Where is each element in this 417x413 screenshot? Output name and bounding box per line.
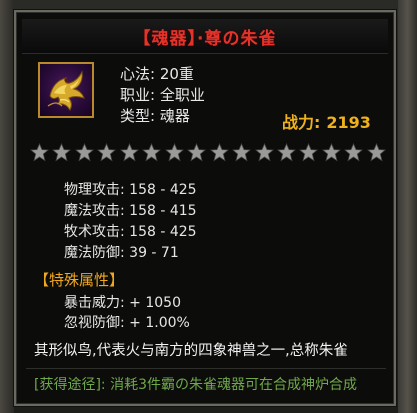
profession-requirement: 职业: 全职业 — [120, 86, 205, 104]
star-empty-icon — [97, 143, 117, 162]
star-empty-icon — [366, 143, 386, 162]
divider — [26, 368, 386, 369]
phoenix-icon — [47, 70, 85, 112]
base-stats: 物理攻击: 158 - 425 魔法攻击: 158 - 415 牧术攻击: 15… — [64, 180, 197, 264]
item-type: 类型: 魂器 — [120, 107, 190, 125]
star-rating — [30, 143, 386, 163]
acquisition-source: [获得途径]: 消耗3件霸の朱雀魂器可在合成神炉合成 — [34, 377, 357, 393]
level-requirement: 心法: 20重 — [120, 65, 194, 83]
item-description: 其形似鸟,代表火与南方的四象神兽之一,总称朱雀 — [34, 343, 348, 359]
star-empty-icon — [52, 143, 72, 162]
item-title: 【魂器】·尊の朱雀 — [133, 28, 277, 49]
star-empty-icon — [276, 143, 296, 162]
stat-healing-attack: 牧术攻击: 158 - 425 — [64, 224, 197, 240]
window-edge-left — [0, 0, 14, 413]
stat-ignore-defense: 忽视防御: + 1.00% — [64, 315, 190, 331]
special-attributes-title: 【特殊属性】 — [34, 271, 125, 289]
stat-crit-power: 暴击威力: + 1050 — [64, 295, 181, 311]
stat-magic-attack: 魔法攻击: 158 - 415 — [64, 203, 197, 219]
star-empty-icon — [232, 143, 252, 162]
special-attributes: 暴击威力: + 1050 忽视防御: + 1.00% — [64, 293, 190, 333]
combat-power-value: 2193 — [326, 113, 371, 132]
stat-magic-defense: 魔法防御: 39 - 71 — [64, 245, 179, 261]
combat-power: 战力: 2193 — [282, 109, 371, 133]
star-empty-icon — [254, 143, 274, 162]
star-empty-icon — [321, 143, 341, 162]
stat-physical-attack: 物理攻击: 158 - 425 — [64, 182, 197, 198]
star-empty-icon — [299, 143, 319, 162]
tooltip-title-bar: 【魂器】·尊の朱雀 — [22, 19, 388, 54]
star-empty-icon — [74, 143, 94, 162]
item-tooltip: 【魂器】·尊の朱雀 心法: 20重 职业: 全职业 类型: 魂器 战力: 2193… — [14, 10, 396, 406]
item-icon-frame[interactable] — [38, 62, 94, 118]
star-empty-icon — [30, 143, 49, 162]
combat-power-label: 战力: — [282, 113, 321, 132]
star-empty-icon — [142, 143, 162, 162]
star-empty-icon — [187, 143, 207, 162]
star-empty-icon — [344, 143, 364, 162]
window-edge-right — [398, 0, 417, 413]
star-empty-icon — [164, 143, 184, 162]
item-info: 心法: 20重 职业: 全职业 类型: 魂器 — [120, 64, 205, 127]
star-empty-icon — [119, 143, 139, 162]
star-empty-icon — [209, 143, 229, 162]
